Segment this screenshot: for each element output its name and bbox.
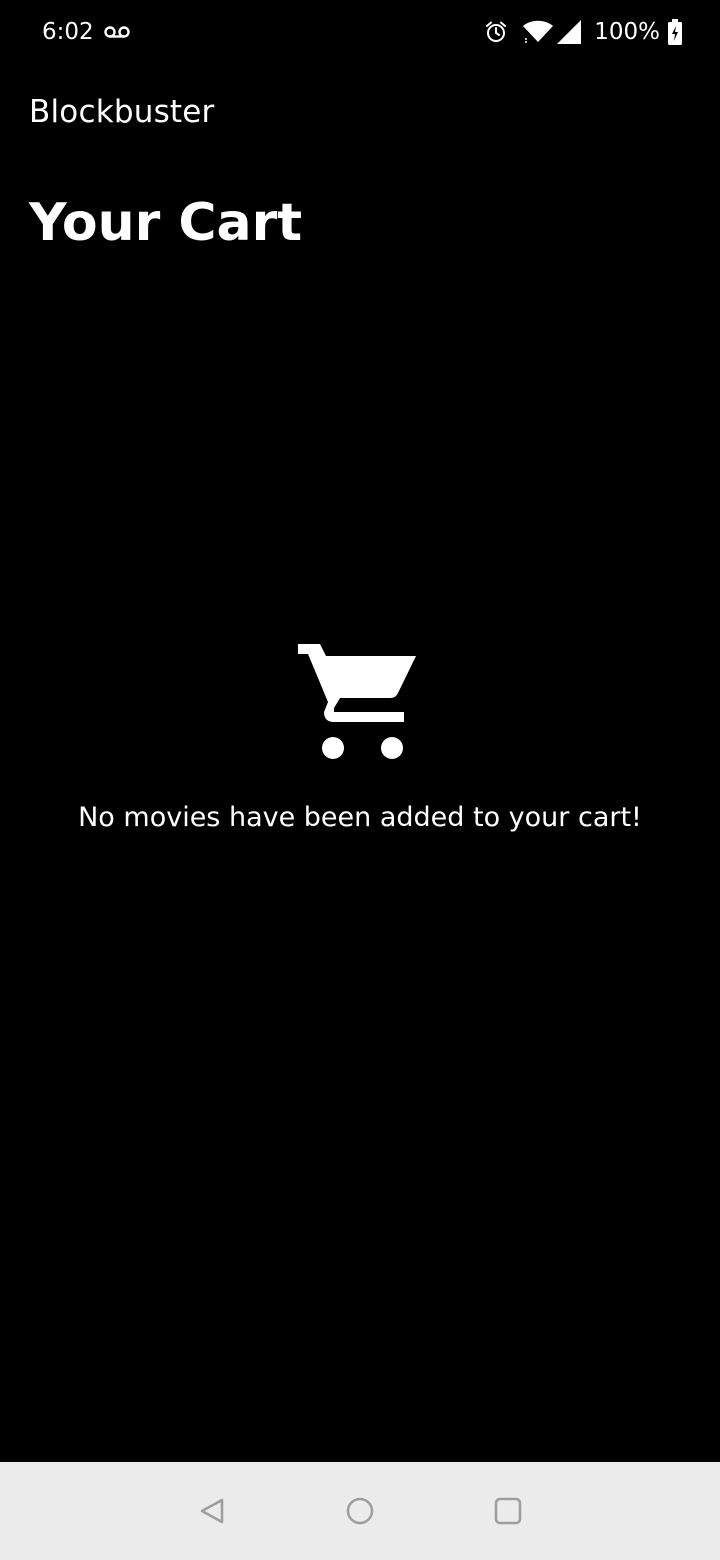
battery-percent: 100% bbox=[594, 19, 660, 45]
nav-home-button[interactable] bbox=[340, 1491, 380, 1531]
wifi-icon bbox=[523, 20, 554, 43]
page-title: Your Cart bbox=[29, 193, 303, 253]
screen: 6:02 100% Blockbuster Your Cart No movie… bbox=[0, 0, 720, 1560]
app-title: Blockbuster bbox=[29, 94, 215, 130]
status-icons: 100% bbox=[484, 16, 682, 48]
empty-cart-state: No movies have been added to your cart! bbox=[0, 640, 720, 836]
battery-charging-icon bbox=[668, 19, 682, 45]
alarm-icon bbox=[486, 21, 507, 42]
empty-cart-message: No movies have been added to your cart! bbox=[78, 802, 642, 833]
nav-recents-button[interactable] bbox=[488, 1491, 528, 1531]
home-icon bbox=[346, 1497, 374, 1525]
signal-icon bbox=[557, 20, 582, 44]
nav-back-button[interactable] bbox=[192, 1491, 232, 1531]
recents-icon bbox=[494, 1497, 522, 1525]
status-time: 6:02 bbox=[42, 19, 94, 45]
status-bar: 6:02 100% bbox=[0, 0, 720, 64]
back-icon bbox=[200, 1498, 224, 1524]
shopping-cart-icon bbox=[298, 644, 416, 759]
navigation-bar bbox=[0, 1462, 720, 1560]
voicemail-icon bbox=[104, 26, 130, 38]
